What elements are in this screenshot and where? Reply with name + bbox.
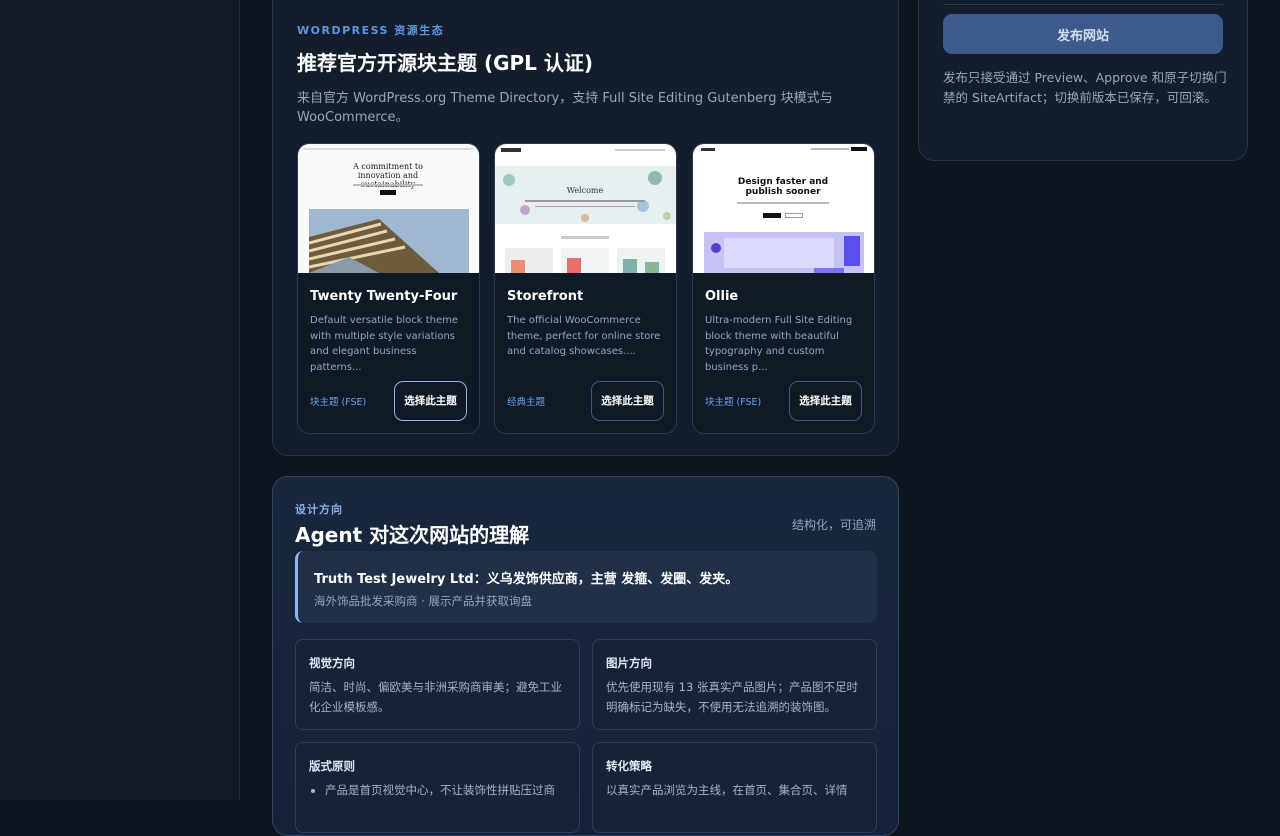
left-rail <box>0 0 240 800</box>
card-body: 简洁、时尚、偏欧美与非洲采购商审美；避免工业化企业模板感。 <box>309 680 562 714</box>
theme-thumbnail: A commitment to innovation and sustainab… <box>298 144 479 273</box>
business-summary: Truth Test Jewelry Ltd：义乌发饰供应商，主营 发箍、发圈、… <box>295 551 877 623</box>
card-title: 转化策略 <box>606 759 652 773</box>
theme-card-storefront[interactable]: Welcome Storefront The official WooComme… <box>494 143 677 434</box>
agent-title: Agent 对这次网站的理解 <box>295 523 530 547</box>
theme-description: Ultra-modern Full Site Editing block the… <box>705 315 853 373</box>
card-title: 视觉方向 <box>309 656 355 670</box>
building-image <box>309 209 469 273</box>
themes-panel: WORDPRESS 资源生态 推荐官方开源块主题 (GPL 认证) 来自官方 W… <box>272 0 899 456</box>
theme-name: Twenty Twenty-Four <box>310 289 458 304</box>
card-body: 优先使用现有 13 张真实产品图片；产品图不足时明确标记为缺失，不使用无法追溯的… <box>606 680 858 714</box>
thumb-headline: Welcome <box>566 186 604 195</box>
select-theme-button[interactable]: 选择此主题 <box>789 381 862 421</box>
summary-title: Truth Test Jewelry Ltd：义乌发饰供应商，主营 发箍、发圈、… <box>314 572 739 587</box>
agent-meta: 结构化，可追溯 <box>791 518 876 532</box>
theme-card-twenty-twenty-four[interactable]: A commitment to innovation and sustainab… <box>297 143 480 434</box>
card-body: 以真实产品浏览为主线，在首页、集合页、详情 <box>606 783 848 797</box>
summary-subtitle: 海外饰品批发采购商 · 展示产品并获取询盘 <box>314 594 532 608</box>
divider <box>943 4 1223 5</box>
thumb-headline: Design faster and publish sooner <box>737 177 829 197</box>
theme-description: Default versatile block theme with multi… <box>310 315 459 373</box>
theme-tag: 块主题 (FSE) <box>705 397 762 408</box>
product-shirts <box>511 258 659 273</box>
publish-note: 发布只接受通过 Preview、Approve 和原子切换门禁的 SiteArt… <box>943 70 1227 105</box>
image-direction-card: 图片方向 优先使用现有 13 张真实产品图片；产品图不足时明确标记为缺失，不使用… <box>592 639 877 730</box>
keyboard-image <box>704 232 864 273</box>
theme-tag: 块主题 (FSE) <box>310 397 367 408</box>
select-theme-button[interactable]: 选择此主题 <box>591 381 664 421</box>
theme-name: Storefront <box>507 289 584 304</box>
theme-tag: 经典主题 <box>507 397 546 408</box>
decor-pattern <box>503 171 671 222</box>
select-theme-button[interactable]: 选择此主题 <box>394 381 467 421</box>
card-title: 版式原则 <box>309 759 355 773</box>
agent-understanding-panel: 设计方向 Agent 对这次网站的理解 结构化，可追溯 Truth Test J… <box>272 476 899 836</box>
card-title: 图片方向 <box>606 656 652 670</box>
theme-thumbnail: Design faster and publish sooner <box>693 144 874 273</box>
themes-title: 推荐官方开源块主题 (GPL 认证) <box>297 51 594 75</box>
theme-card-ollie[interactable]: Design faster and publish sooner Ollie U… <box>692 143 875 434</box>
principles-list: 产品是首页视觉中心，不让装饰性拼贴压过商 <box>309 781 583 801</box>
visual-direction-card: 视觉方向 简洁、时尚、偏欧美与非洲采购商审美；避免工业化企业模板感。 <box>295 639 580 730</box>
layout-principles-card: 版式原则 产品是首页视觉中心，不让装饰性拼贴压过商 <box>295 742 580 833</box>
conversion-strategy-card: 转化策略 以真实产品浏览为主线，在首页、集合页、详情 <box>592 742 877 833</box>
theme-description: The official WooCommerce theme, perfect … <box>507 315 661 357</box>
publish-panel: 发布网站 发布只接受通过 Preview、Approve 和原子切换门禁的 Si… <box>918 0 1248 161</box>
themes-description: 来自官方 WordPress.org Theme Directory，支持 Fu… <box>297 91 833 125</box>
themes-eyebrow: WORDPRESS 资源生态 <box>297 24 445 37</box>
theme-thumbnail: Welcome <box>495 144 676 273</box>
list-item: 产品是首页视觉中心，不让装饰性拼贴压过商 <box>325 781 583 801</box>
publish-site-button[interactable]: 发布网站 <box>943 14 1223 54</box>
agent-eyebrow: 设计方向 <box>295 503 343 516</box>
theme-name: Ollie <box>705 289 739 304</box>
